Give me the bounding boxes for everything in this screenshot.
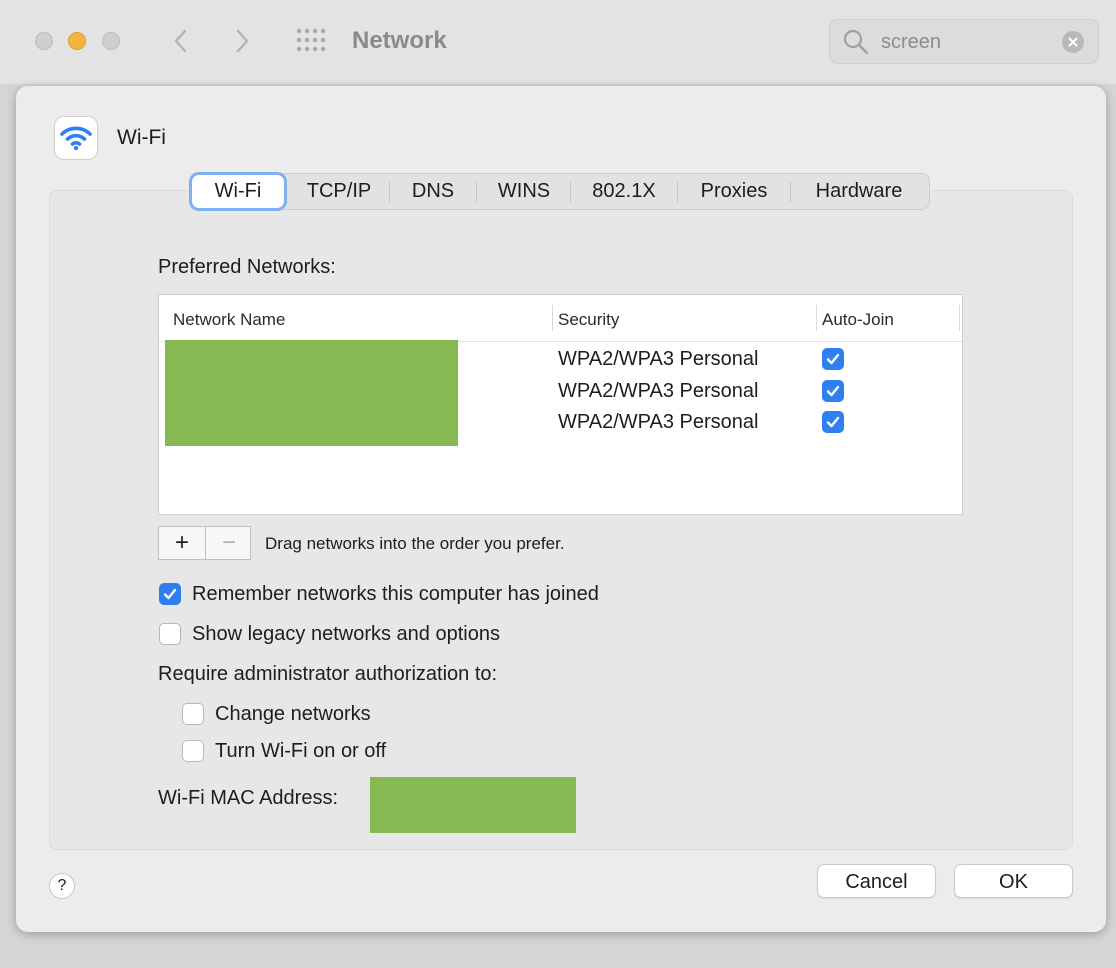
tab-bar: Wi-Fi TCP/IP DNS WINS 802.1X Proxies Har…: [189, 173, 930, 210]
tab-tcpip[interactable]: TCP/IP: [292, 174, 386, 209]
column-header-security[interactable]: Security: [558, 310, 619, 330]
remove-network-button[interactable]: −: [206, 527, 252, 559]
help-button[interactable]: ?: [49, 873, 75, 899]
wifi-icon: [60, 126, 92, 151]
row-1-security: WPA2/WPA3 Personal: [558, 348, 759, 370]
clear-icon[interactable]: [1062, 31, 1084, 53]
preferred-networks-label: Preferred Networks:: [158, 256, 336, 278]
grid-icon: [296, 28, 326, 52]
require-admin-label: Require administrator authorization to:: [158, 663, 498, 685]
turn-wifi-checkbox[interactable]: [182, 740, 204, 762]
zoom-window-button[interactable]: [102, 32, 120, 50]
add-network-button[interactable]: +: [159, 527, 206, 559]
search-icon: [843, 29, 869, 55]
redacted-network-names: [165, 340, 458, 446]
show-legacy-checkbox[interactable]: [159, 623, 181, 645]
cancel-button[interactable]: Cancel: [817, 864, 936, 898]
tab-separator: [389, 182, 390, 202]
redacted-mac-address: [370, 777, 576, 833]
add-remove-control: + −: [158, 526, 251, 560]
back-button[interactable]: [166, 26, 196, 56]
show-all-button[interactable]: [296, 28, 328, 52]
wifi-settings-sheet: Wi-Fi Wi-Fi TCP/IP DNS WINS 802.1X Proxi…: [16, 86, 1106, 932]
show-legacy-label[interactable]: Show legacy networks and options: [192, 623, 500, 646]
change-networks-label[interactable]: Change networks: [215, 703, 371, 726]
checkmark-icon: [826, 385, 840, 397]
window-title: Network: [352, 27, 447, 54]
preferred-networks-table[interactable]: Network Name Security Auto-Join WPA2/WPA…: [158, 294, 963, 515]
column-separator: [959, 305, 960, 331]
tab-proxies[interactable]: Proxies: [681, 174, 787, 209]
tab-separator: [677, 182, 678, 202]
row-3-security: WPA2/WPA3 Personal: [558, 411, 759, 433]
search-input-value[interactable]: screen: [881, 31, 941, 54]
mac-address-label: Wi-Fi MAC Address:: [158, 787, 339, 809]
chevron-right-icon: [236, 29, 249, 53]
wifi-service-icon: [54, 116, 98, 160]
tab-wifi[interactable]: Wi-Fi: [192, 175, 284, 208]
tab-8021x[interactable]: 802.1X: [574, 174, 674, 209]
forward-button[interactable]: [227, 26, 257, 56]
column-header-auto-join[interactable]: Auto-Join: [822, 310, 894, 330]
checkmark-icon: [826, 416, 840, 428]
checkmark-icon: [163, 588, 177, 600]
tab-separator: [570, 182, 571, 202]
tab-separator: [790, 182, 791, 202]
tab-separator: [476, 182, 477, 202]
drag-hint: Drag networks into the order you prefer.: [265, 534, 565, 553]
ok-button[interactable]: OK: [954, 864, 1073, 898]
column-separator: [816, 305, 817, 331]
row-2-auto-join-checkbox[interactable]: [822, 380, 844, 402]
close-window-button[interactable]: [35, 32, 53, 50]
tab-dns[interactable]: DNS: [393, 174, 473, 209]
row-1-auto-join-checkbox[interactable]: [822, 348, 844, 370]
tab-wins[interactable]: WINS: [480, 174, 568, 209]
change-networks-checkbox[interactable]: [182, 703, 204, 725]
remember-networks-checkbox[interactable]: [159, 583, 181, 605]
search-field[interactable]: screen: [829, 19, 1099, 64]
row-3-auto-join-checkbox[interactable]: [822, 411, 844, 433]
turn-wifi-label[interactable]: Turn Wi-Fi on or off: [215, 740, 386, 763]
column-separator: [552, 305, 553, 331]
window-titlebar: Network screen: [0, 0, 1116, 84]
chevron-left-icon: [174, 29, 187, 53]
minimize-window-button[interactable]: [68, 32, 86, 50]
checkmark-icon: [826, 353, 840, 365]
remember-networks-label[interactable]: Remember networks this computer has join…: [192, 583, 599, 606]
service-title: Wi-Fi: [117, 126, 166, 149]
column-header-network-name[interactable]: Network Name: [173, 310, 285, 330]
row-2-security: WPA2/WPA3 Personal: [558, 380, 759, 402]
tab-hardware[interactable]: Hardware: [794, 174, 924, 209]
